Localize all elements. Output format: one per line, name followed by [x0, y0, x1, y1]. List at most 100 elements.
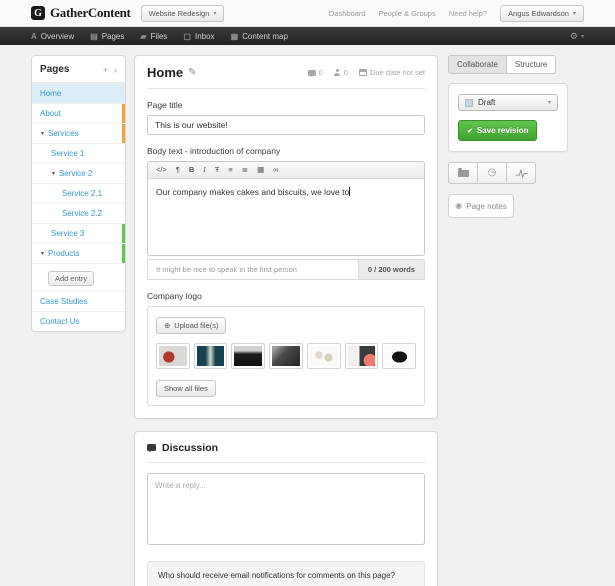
page-notes-button[interactable]: ◉ Page notes [448, 194, 514, 218]
show-all-files-button[interactable]: Show all files [156, 380, 216, 397]
chevron-down-icon: ▾ [581, 33, 584, 40]
expand-triangle-icon[interactable]: ▼ [40, 131, 45, 137]
sidebar-item-contact-us[interactable]: Contact Us [32, 311, 125, 331]
sidebar-item-about[interactable]: About [32, 103, 125, 123]
italic-icon[interactable]: I [203, 166, 206, 174]
add-page-icon[interactable]: + [103, 65, 108, 75]
upload-files-button[interactable]: ⊕ Upload file(s) [156, 317, 226, 334]
sidebar-item-products[interactable]: ▼ Products [32, 243, 125, 263]
edit-pencil-icon[interactable]: ✎ [188, 67, 196, 78]
user-menu[interactable]: Angus Edwardson ▾ [500, 5, 584, 22]
sidebar-item-service-2-1[interactable]: Service 2.1 [32, 183, 125, 203]
file-thumbnail[interactable] [382, 343, 416, 369]
gathercontent-logo-icon: G [31, 6, 45, 20]
assignees-count[interactable]: 0 [334, 68, 348, 77]
strikethrough-icon[interactable]: Ŧ [215, 166, 220, 174]
page-title: Home [147, 65, 183, 80]
main-nav: A Overview ▤ Pages ▰ Files ▢ Inbox ▦ Con… [0, 27, 615, 45]
bold-icon[interactable]: B [189, 166, 194, 174]
dashboard-link[interactable]: Dashboard [329, 9, 366, 18]
nav-files[interactable]: ▰ Files [140, 32, 167, 41]
sidebar-item-services[interactable]: ▼ Services [32, 123, 125, 143]
status-value: Draft [478, 98, 543, 107]
file-thumbnail[interactable] [156, 343, 190, 369]
main-column: Home ✎ 0 0 Due date not set [134, 55, 438, 586]
file-thumbnail[interactable] [307, 343, 341, 369]
workflow-card: Draft ▾ ✔ Save revision [448, 83, 568, 152]
comments-count[interactable]: 0 [308, 68, 323, 77]
reply-textarea[interactable] [147, 473, 425, 545]
revision-history-button[interactable]: ◷ [478, 162, 507, 184]
link-icon[interactable]: ∞ [273, 166, 278, 174]
chevron-down-icon: ▾ [548, 99, 551, 106]
calendar-icon [359, 69, 367, 76]
editor-toolbar: </> ¶ B I Ŧ ≡ ≣ ▦ ∞ [148, 162, 424, 179]
person-icon [334, 69, 341, 76]
file-thumbnail[interactable] [231, 343, 265, 369]
paragraph-icon[interactable]: ¶ [176, 166, 180, 174]
sidebar-item-label: Service 2.1 [62, 189, 102, 198]
nav-content-map-label: Content map [242, 32, 288, 41]
files-icon: ▰ [140, 32, 146, 41]
nav-inbox-label: Inbox [195, 32, 215, 41]
sidebar-item-label: Contact Us [40, 317, 80, 326]
editor-content[interactable]: Our company makes cakes and biscuits, we… [148, 179, 424, 255]
status-dropdown[interactable]: Draft ▾ [458, 94, 558, 111]
nav-content-map[interactable]: ▦ Content map [231, 32, 288, 41]
need-help-link[interactable]: Need help? [449, 9, 487, 18]
page-title-input[interactable] [147, 115, 425, 135]
collapse-sidebar-icon[interactable]: › [114, 65, 117, 75]
status-marker-orange [122, 124, 125, 143]
add-entry-button[interactable]: Add entry [48, 271, 94, 286]
expand-triangle-icon[interactable]: ▼ [40, 251, 45, 257]
nav-settings[interactable]: ⚙ ▾ [570, 31, 584, 42]
body-text-editor: </> ¶ B I Ŧ ≡ ≣ ▦ ∞ Our company makes ca… [147, 161, 425, 256]
activity-button[interactable] [507, 162, 536, 184]
top-header-links: Dashboard People & Groups Need help? Ang… [329, 5, 584, 22]
files-folder-button[interactable] [448, 162, 478, 184]
project-selector-label: Website Redesign [149, 9, 210, 18]
nav-inbox[interactable]: ▢ Inbox [183, 32, 214, 41]
page-notes-icon: ◉ [455, 202, 462, 210]
save-revision-button[interactable]: ✔ Save revision [458, 120, 537, 141]
sidebar-item-case-studies[interactable]: Case Studies [32, 291, 125, 311]
body-field-label: Body text - introduction of company [147, 146, 425, 156]
tab-collaborate[interactable]: Collaborate [448, 55, 506, 74]
pages-sidebar: Pages + › Home About ▼ Services Service … [31, 55, 126, 332]
tab-structure[interactable]: Structure [506, 55, 556, 74]
sidebar-item-home[interactable]: Home [32, 83, 125, 103]
sidebar-item-label: Services [48, 129, 79, 138]
chevron-down-icon: ▾ [213, 10, 216, 17]
sidebar-item-service-1[interactable]: Service 1 [32, 143, 125, 163]
sidebar-item-label: Home [40, 89, 61, 98]
panel-icon-buttons: ◷ [448, 162, 536, 184]
numbered-list-icon[interactable]: ≣ [242, 166, 248, 174]
nav-pages[interactable]: ▤ Pages [90, 32, 124, 41]
content-map-icon: ▦ [231, 32, 239, 41]
discussion-icon [147, 444, 156, 451]
text-cursor [349, 187, 350, 196]
logo-text: GatherContent [50, 5, 131, 21]
sidebar-item-service-3[interactable]: Service 3 [32, 223, 125, 243]
code-icon[interactable]: </> [156, 166, 167, 174]
sidebar-item-label: Products [48, 249, 80, 258]
table-icon[interactable]: ▦ [257, 166, 264, 174]
sidebar-item-label: Case Studies [40, 297, 88, 306]
due-date[interactable]: Due date not set [359, 68, 425, 77]
sidebar-item-service-2-2[interactable]: Service 2.2 [32, 203, 125, 223]
save-revision-label: Save revision [477, 126, 529, 135]
nav-overview[interactable]: A Overview [31, 32, 74, 41]
people-groups-link[interactable]: People & Groups [379, 9, 436, 18]
file-thumbnail[interactable] [345, 343, 379, 369]
file-thumbnail[interactable] [269, 343, 303, 369]
page-meta: 0 0 Due date not set [308, 68, 425, 77]
bullet-list-icon[interactable]: ≡ [228, 166, 232, 174]
expand-triangle-icon[interactable]: ▼ [51, 171, 56, 177]
sidebar-item-label: Service 1 [51, 149, 84, 158]
file-thumbnail[interactable] [194, 343, 228, 369]
sidebar-item-service-2[interactable]: ▼ Service 2 [32, 163, 125, 183]
top-header: G GatherContent Website Redesign ▾ Dashb… [0, 0, 615, 27]
project-selector[interactable]: Website Redesign ▾ [141, 5, 225, 22]
folder-icon [458, 170, 469, 177]
assignees-count-value: 0 [344, 68, 348, 77]
